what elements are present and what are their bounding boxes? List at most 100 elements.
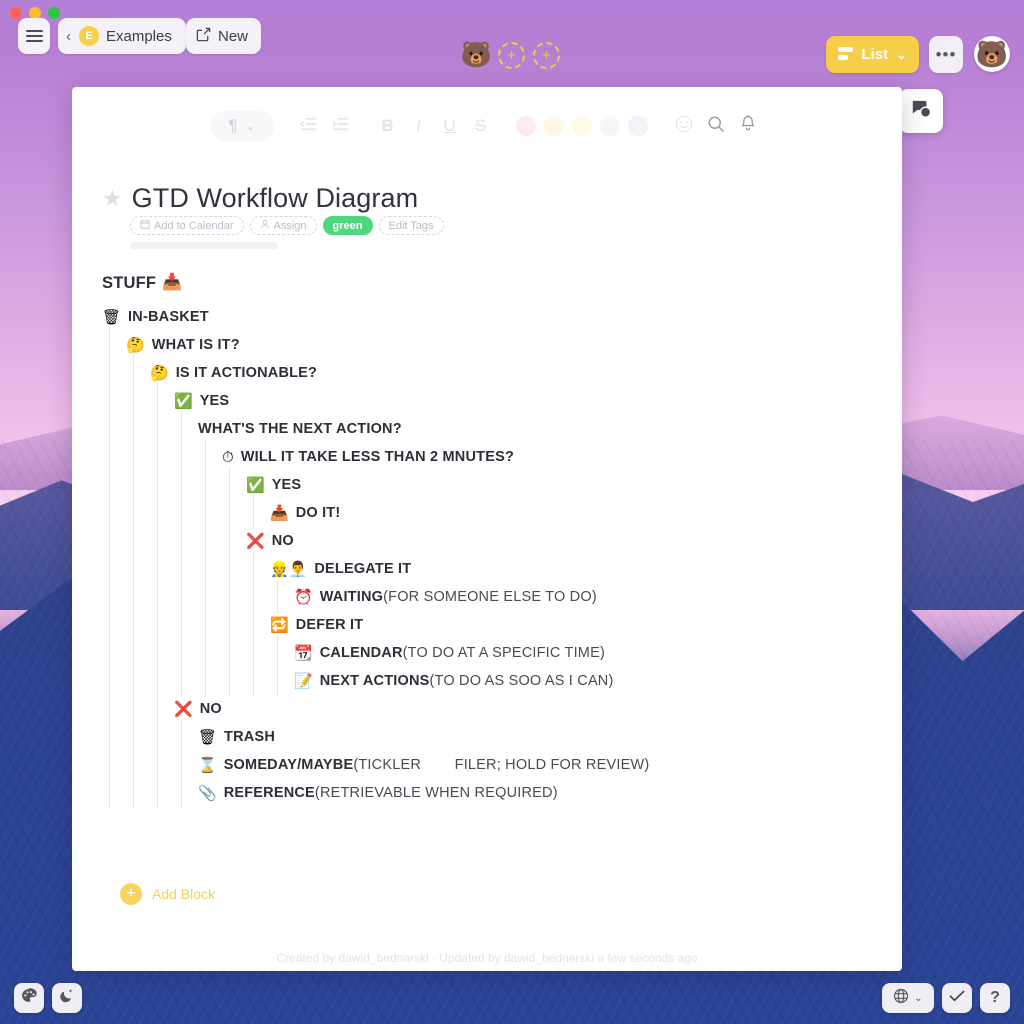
outline-node-delegate-it[interactable]: 👷👨‍💼 DELEGATE IT <box>102 555 882 583</box>
node-detail: (TO DO AS SOO AS I CAN) <box>429 673 614 689</box>
emoji-button[interactable] <box>668 111 700 141</box>
outline-node-waiting[interactable]: ⏰ WAITING (FOR SOMEONE ELSE TO DO) <box>102 583 882 611</box>
chip-assign[interactable]: Assign <box>249 216 317 235</box>
outline-node-calendar[interactable]: 📆 CALENDAR (TO DO AT A SPECIFIC TIME) <box>102 639 882 667</box>
more-options-button[interactable]: ••• <box>929 36 963 73</box>
node-detail: (FOR SOMEONE ELSE TO DO) <box>383 589 597 605</box>
notifications-button[interactable] <box>732 111 764 141</box>
chip-label: green <box>332 219 363 232</box>
add-block-button[interactable]: + Add Block <box>120 883 215 905</box>
breadcrumb-examples-button[interactable]: ‹ E Examples <box>58 18 186 54</box>
new-compose-icon <box>196 27 211 46</box>
workspace-bear-icon[interactable]: 🐻 <box>460 40 491 70</box>
help-button[interactable]: ? <box>980 983 1010 1013</box>
node-label: NO <box>199 701 222 717</box>
node-label: SOMEDAY/MAYBE <box>223 757 354 773</box>
highlight-color-lavender[interactable] <box>628 116 648 136</box>
indent-icon <box>331 116 349 136</box>
node-label: WHAT IS IT? <box>151 337 240 353</box>
highlight-color-light-yellow[interactable] <box>572 116 592 136</box>
node-emoji: 🗑 <box>102 308 122 326</box>
bell-icon <box>740 114 756 138</box>
outline-tree: STUFF 📥 🗑 IN-BASKET 🤔 WHAT IS IT? 🤔 IS IT ACTIO… <box>102 269 882 809</box>
comment-bubbles-icon <box>910 99 932 124</box>
node-label: WHAT'S THE NEXT ACTION? <box>198 421 402 437</box>
moon-icon <box>59 988 75 1008</box>
indent-button[interactable] <box>324 111 356 141</box>
user-avatar[interactable]: 🐻 <box>974 36 1010 72</box>
add-workspace-button-2[interactable]: + <box>533 41 560 69</box>
italic-button[interactable]: I <box>403 111 434 141</box>
chevron-left-icon: ‹ <box>66 27 71 45</box>
outline-node-next-actions[interactable]: 📝 NEXT ACTIONS (TO DO AS SOO AS I CAN) <box>102 667 882 695</box>
chip-label: Add to Calendar <box>154 219 234 232</box>
node-label: WILL IT TAKE LESS THAN 2 MNUTES? <box>240 449 515 465</box>
chip-edit-tags[interactable]: Edit Tags <box>378 216 444 235</box>
favorite-star-icon[interactable]: ★ <box>102 187 123 210</box>
outdent-button[interactable] <box>292 111 324 141</box>
chip-tag-green[interactable]: green <box>322 216 373 235</box>
list-view-icon <box>838 46 854 63</box>
chevron-down-icon: ⌄ <box>914 992 923 1004</box>
bear-avatar-icon: 🐻 <box>975 39 1009 69</box>
outline-node-yes-1[interactable]: ✅ YES <box>102 387 882 415</box>
node-emoji: ✅ <box>174 392 193 410</box>
outline-node-someday[interactable]: ⌛ SOMEDAY/MAYBE (TICKLER FILER; HOLD FOR … <box>102 751 882 779</box>
outline-node-do-it[interactable]: 📥 DO IT! <box>102 499 882 527</box>
outline-node-reference[interactable]: 📎 REFERENCE (RETRIEVABLE WHEN REQUIRED) <box>102 779 882 807</box>
bottom-right-toolbar: ⌄ ? <box>882 983 1010 1013</box>
node-label: DELEGATE IT <box>314 561 412 577</box>
comments-button[interactable] <box>899 89 943 133</box>
palette-icon <box>21 988 37 1008</box>
highlight-color-yellow[interactable] <box>544 116 564 136</box>
node-label: CALENDAR <box>319 645 403 661</box>
node-label: YES <box>271 477 302 493</box>
page-title[interactable]: GTD Workflow Diagram <box>132 183 419 214</box>
paragraph-style-button[interactable]: ¶ ⌄ <box>210 111 274 141</box>
document-title-row: ★ GTD Workflow Diagram <box>102 183 418 214</box>
add-workspace-button-1[interactable]: + <box>498 41 525 69</box>
confirm-button[interactable] <box>942 983 972 1013</box>
outline-node-defer-it[interactable]: 🔁 DEFER IT <box>102 611 882 639</box>
workspace-switcher: 🐻 + + <box>460 40 560 70</box>
new-button[interactable]: New <box>186 18 262 54</box>
person-icon <box>260 219 270 232</box>
dark-mode-button[interactable] <box>52 983 82 1013</box>
outline-node-two-minutes[interactable]: ⏱ WILL IT TAKE LESS THAN 2 MNUTES? <box>102 443 882 471</box>
node-emoji: 🔁 <box>270 616 289 634</box>
node-emoji: 🗑 <box>198 728 218 746</box>
outline-node-next-action[interactable]: WHAT'S THE NEXT ACTION? <box>102 415 882 443</box>
workspace-avatar-initial: E <box>79 26 99 46</box>
menu-button[interactable] <box>18 18 50 54</box>
outline-node-no-2[interactable]: ❌ NO <box>102 695 882 723</box>
outline-node-no-1[interactable]: ❌ NO <box>102 527 882 555</box>
theme-palette-button[interactable] <box>14 983 44 1013</box>
search-button[interactable] <box>700 111 732 141</box>
language-button[interactable]: ⌄ <box>882 983 934 1013</box>
node-emoji: 🤔 <box>126 336 145 354</box>
outline-node-stuff[interactable]: STUFF 📥 <box>102 269 882 297</box>
strikethrough-button[interactable]: S <box>465 111 496 141</box>
calendar-icon <box>140 219 150 232</box>
highlight-color-pink[interactable] <box>516 116 536 136</box>
outline-node-is-actionable[interactable]: 🤔 IS IT ACTIONABLE? <box>102 359 882 387</box>
chip-add-to-calendar[interactable]: Add to Calendar <box>130 216 244 235</box>
question-mark-icon: ? <box>990 989 1000 1006</box>
outline-node-yes-2[interactable]: ✅ YES <box>102 471 882 499</box>
outline-node-trash[interactable]: 🗑 TRASH <box>102 723 882 751</box>
outline-node-what-is-it[interactable]: 🤔 WHAT IS IT? <box>102 331 882 359</box>
view-mode-label: List <box>861 46 889 63</box>
node-emoji: ✅ <box>246 476 265 494</box>
highlight-color-grey[interactable] <box>600 116 620 136</box>
node-emoji: ❌ <box>174 700 193 718</box>
desktop-background: ‹ E Examples New 🐻 + + List ⌄ ••• 🐻 ¶ ⌄ … <box>0 0 1024 1024</box>
node-label: WAITING <box>319 589 384 605</box>
bold-button[interactable]: B <box>372 111 403 141</box>
view-mode-list-button[interactable]: List ⌄ <box>826 36 919 73</box>
plus-icon: + <box>120 883 142 905</box>
outline-node-in-basket[interactable]: 🗑 IN-BASKET <box>102 303 882 331</box>
title-placeholder-bar <box>130 242 278 249</box>
node-emoji: 📆 <box>294 644 313 662</box>
underline-button[interactable]: U <box>434 111 465 141</box>
node-emoji: 📥 <box>270 504 289 522</box>
